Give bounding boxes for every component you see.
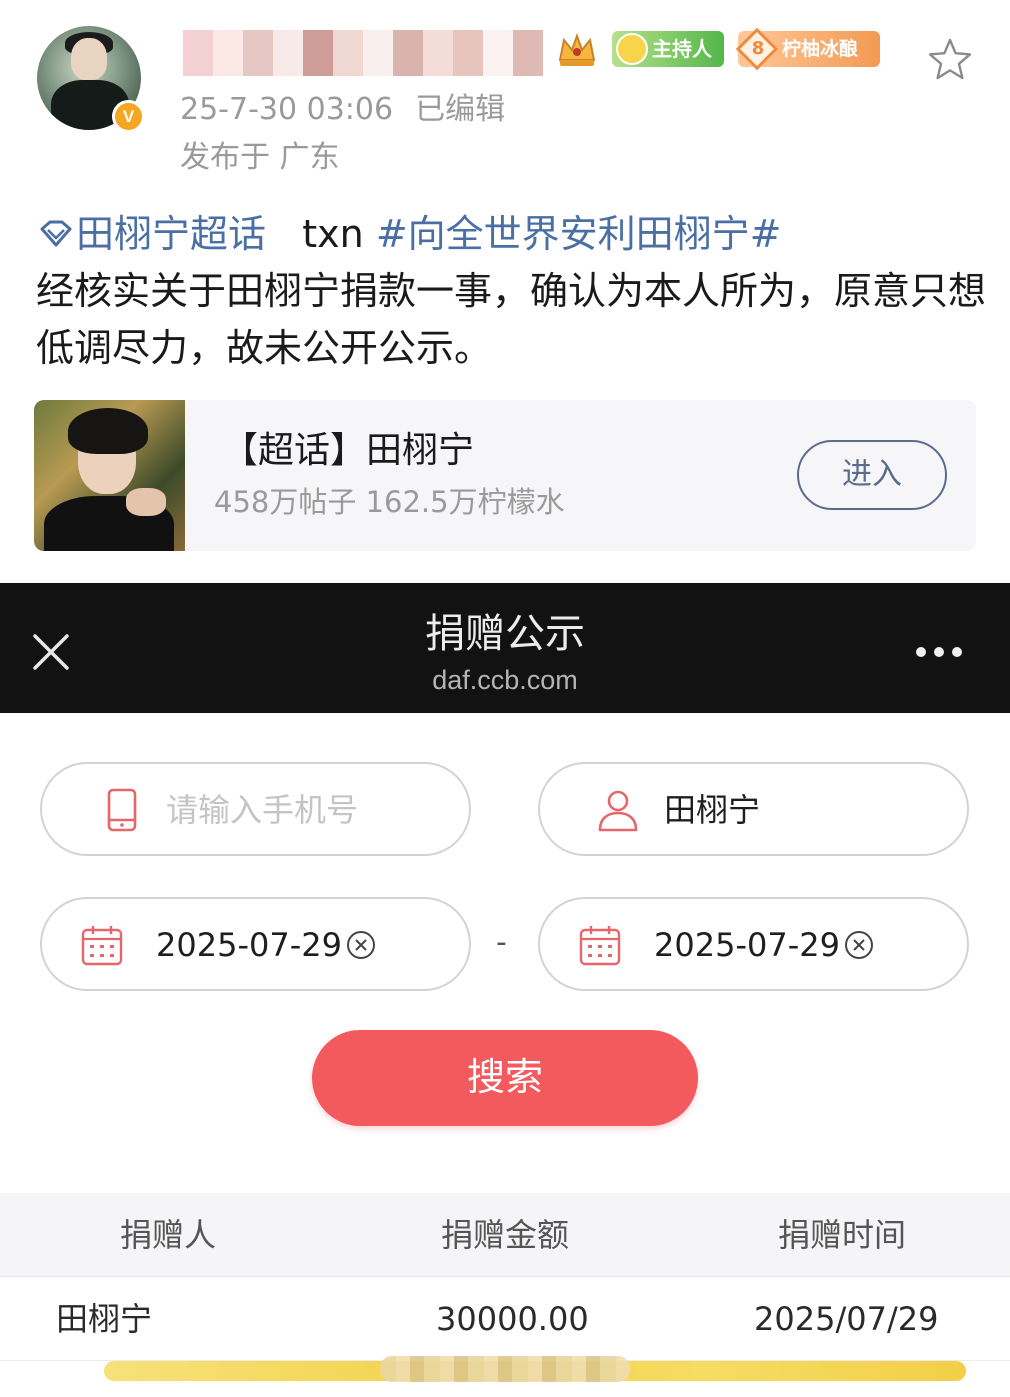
supertopic-photo (34, 400, 185, 551)
mosaic-block (423, 30, 453, 76)
mosaic-block (333, 30, 363, 76)
post-body: 经核实关于田栩宁捐款一事，确认为本人所为，原意只想低调尽力，故未公开公示。 (36, 269, 987, 370)
clear-icon[interactable] (844, 930, 874, 960)
avatar-face (71, 38, 107, 80)
webview-title: 捐赠公示 (425, 611, 585, 657)
supertopic-diamond-icon (40, 220, 72, 247)
mosaic-block (393, 30, 423, 76)
date-to-field[interactable]: 2025-07-29 (538, 897, 969, 991)
mosaic-block (363, 30, 393, 76)
host-badge[interactable]: 主持人 (612, 31, 724, 67)
post-prefix: txn (266, 212, 376, 256)
post-timestamp-row: 25-7-30 03:06 已编辑 (180, 90, 505, 130)
donation-webview: 捐赠公示 daf.ccb.com 请输入手机号 田栩宁 2025-07-29 -… (0, 583, 1010, 1397)
cell-amount: 30000.00 (436, 1300, 589, 1338)
mosaic-block (453, 30, 483, 76)
photo-hand (126, 488, 166, 516)
mosaic-block (513, 30, 543, 76)
level-badge[interactable]: 8 柠柚冰酿 (735, 27, 880, 71)
supertopic-card[interactable]: 【超话】田栩宁 458万帖子 162.5万柠檬水 进入 (34, 400, 976, 551)
column-header-donor: 捐赠人 (119, 1216, 216, 1254)
mosaic-block (183, 30, 213, 76)
weibo-post: V 主持人 8 柠柚冰酿 25-7-30 03:06 已编辑 发布于 广东 田栩宁… (0, 0, 1010, 583)
calendar-icon (81, 926, 123, 966)
host-badge-icon (616, 33, 648, 65)
post-text: 田栩宁超话 txn #向全世界安利田栩宁# 经核实关于田栩宁捐款一事，确认为本人… (36, 206, 986, 377)
star-icon[interactable] (926, 36, 974, 84)
verified-v-icon: V (112, 100, 145, 133)
webview-titlebar: 捐赠公示 daf.ccb.com (0, 583, 1010, 713)
level-number: 8 (751, 38, 765, 59)
mosaic-block (213, 30, 243, 76)
hashtag-link[interactable]: #向全世界安利田栩宁# (376, 212, 782, 256)
column-header-date: 捐赠时间 (777, 1216, 906, 1254)
card-title: 【超话】田栩宁 (222, 430, 475, 471)
date-from-field[interactable]: 2025-07-29 (40, 897, 471, 991)
user-icon (598, 790, 638, 832)
blurred-watermark (380, 1356, 630, 1382)
host-badge-label: 主持人 (652, 37, 712, 61)
mosaic-block (273, 30, 303, 76)
column-header-amount: 捐赠金额 (440, 1216, 569, 1254)
supertopic-link[interactable]: 田栩宁超话 (36, 212, 266, 256)
post-location: 发布于 广东 (180, 140, 340, 175)
photo-hair (68, 408, 148, 454)
mosaic-block (483, 30, 513, 76)
date-to-value: 2025-07-29 (654, 926, 840, 964)
name-value: 田栩宁 (664, 791, 761, 829)
cell-date: 2025/07/29 (754, 1300, 939, 1338)
level-name: 柠柚冰酿 (782, 38, 859, 60)
phone-placeholder: 请输入手机号 (166, 791, 359, 829)
post-timestamp: 25-7-30 03:06 (180, 92, 394, 127)
mosaic-block (243, 30, 273, 76)
mosaic-block (303, 30, 333, 76)
name-field[interactable]: 田栩宁 (538, 762, 969, 856)
phone-icon (107, 788, 137, 832)
crown-icon[interactable] (556, 30, 598, 70)
calendar-icon (579, 926, 621, 966)
cell-donor: 田栩宁 (56, 1300, 153, 1338)
webview-url: daf.ccb.com (432, 665, 578, 695)
date-from-value: 2025-07-29 (156, 926, 342, 964)
more-icon[interactable] (914, 645, 964, 659)
table-row: 田栩宁 30000.00 2025/07/29 (0, 1277, 1010, 1361)
enter-button[interactable]: 进入 (797, 440, 947, 510)
date-range-separator: - (496, 925, 507, 960)
phone-field[interactable]: 请输入手机号 (40, 762, 471, 856)
username-mosaic[interactable] (183, 30, 543, 76)
supertopic-label: 田栩宁超话 (76, 212, 267, 256)
card-stats: 458万帖子 162.5万柠檬水 (214, 485, 565, 519)
table-header: 捐赠人 捐赠金额 捐赠时间 (0, 1193, 1010, 1277)
edited-label[interactable]: 已编辑 (415, 92, 505, 127)
clear-icon[interactable] (346, 930, 376, 960)
search-button[interactable]: 搜索 (312, 1030, 698, 1126)
post-prefix-text: txn (302, 212, 364, 256)
